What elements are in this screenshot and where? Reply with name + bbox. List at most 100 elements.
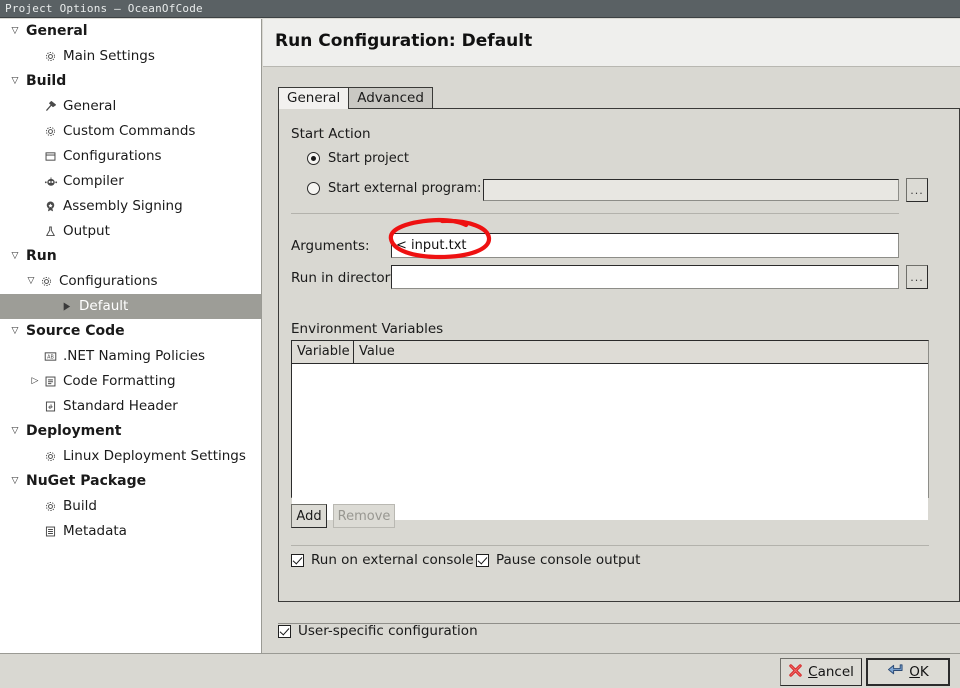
chevron-down-icon[interactable] — [8, 244, 22, 269]
add-environment-variable-button[interactable]: Add — [291, 504, 327, 528]
sidebar-item-source-code[interactable]: Source Code — [0, 319, 261, 344]
hammer-icon — [42, 100, 59, 113]
sidebar-item-label: General — [26, 23, 88, 39]
sidebar-item-run[interactable]: Run — [0, 244, 261, 269]
options-tree-sidebar[interactable]: General Main Settings Build General Custom C… — [0, 19, 262, 653]
sidebar-item-net-naming-policies[interactable]: AB .NET Naming Policies — [0, 344, 261, 369]
gear-icon — [38, 275, 55, 288]
environment-variables-table[interactable]: Variable Value — [291, 340, 929, 520]
sidebar-item-label: Source Code — [26, 323, 125, 339]
tab-strip: General Advanced — [278, 87, 960, 109]
sidebar-item-general[interactable]: General — [0, 94, 261, 119]
column-header-variable: Variable — [292, 341, 354, 363]
sidebar-item-label: Default — [79, 298, 129, 314]
sidebar-item-metadata[interactable]: Metadata — [0, 519, 261, 544]
divider-start-action — [291, 213, 899, 214]
sidebar-item-label: Configurations — [59, 273, 158, 289]
tab-panel-general: Start Action Start project Start externa… — [278, 108, 960, 602]
sidebar-item-label: .NET Naming Policies — [63, 348, 206, 364]
abc-icon: AB — [42, 350, 59, 363]
cancel-x-icon — [788, 663, 803, 682]
sidebar-item-assembly-signing[interactable]: Assembly Signing — [0, 194, 261, 219]
checkbox-indicator-pause-output — [476, 553, 489, 567]
radio-start-external-program[interactable]: Start external program: — [307, 181, 481, 196]
column-header-value: Value — [354, 341, 928, 363]
gear-icon — [42, 50, 59, 63]
sidebar-item-label: Build — [63, 498, 97, 514]
arguments-input[interactable]: < input.txt — [391, 233, 899, 258]
radio-indicator-start-external — [307, 182, 320, 195]
dialog-button-bar: Cancel OK — [0, 653, 960, 688]
sidebar-item-label: Deployment — [26, 423, 122, 439]
radio-label-start-project: Start project — [328, 151, 410, 166]
tab-general[interactable]: General — [278, 87, 350, 109]
divider-console-options — [291, 545, 929, 546]
environment-table-header: Variable Value — [292, 341, 928, 364]
chevron-right-icon[interactable] — [28, 369, 42, 394]
sidebar-item-deployment[interactable]: Deployment — [0, 419, 261, 444]
sidebar-item-compiler[interactable]: Compiler — [0, 169, 261, 194]
run-directory-browse-button[interactable]: ... — [906, 265, 928, 289]
chevron-down-icon[interactable] — [8, 69, 22, 94]
sidebar-item-build[interactable]: Build — [0, 494, 261, 519]
sidebar-item-output[interactable]: Output — [0, 219, 261, 244]
remove-environment-variable-button: Remove — [333, 504, 395, 528]
radio-indicator-start-project — [307, 152, 320, 165]
checkbox-label-external-console: Run on external console — [311, 552, 474, 568]
sidebar-item-label: Metadata — [63, 523, 127, 539]
chevron-down-icon[interactable] — [8, 319, 22, 344]
chevron-down-icon[interactable] — [8, 419, 22, 444]
external-program-browse-button[interactable]: ... — [906, 178, 928, 202]
sidebar-item-configurations[interactable]: Configurations — [0, 144, 261, 169]
chevron-down-icon[interactable] — [8, 19, 22, 44]
environment-variables-legend: Environment Variables — [291, 321, 444, 337]
sidebar-item-label: Standard Header — [63, 398, 178, 414]
tab-advanced[interactable]: Advanced — [348, 87, 433, 109]
project-options-dialog: Project Options – OceanOfCode General Mai… — [0, 0, 960, 688]
settings-pane: Run Configuration: Default General Advanc… — [263, 19, 960, 653]
sidebar-item-default[interactable]: Default — [0, 294, 261, 319]
cancel-rest: ancel — [817, 664, 854, 680]
cancel-button[interactable]: Cancel — [780, 658, 862, 686]
sidebar-item-code-formatting[interactable]: Code Formatting — [0, 369, 261, 394]
sidebar-item-standard-header[interactable]: # Standard Header — [0, 394, 261, 419]
sidebar-item-label: Output — [63, 223, 110, 239]
checkbox-user-specific-configuration[interactable]: User-specific configuration — [278, 623, 478, 639]
svg-text:#: # — [48, 403, 53, 411]
checkbox-pause-console-output[interactable]: Pause console output — [476, 552, 640, 568]
sidebar-item-label: Custom Commands — [63, 123, 196, 139]
start-action-legend: Start Action — [291, 126, 371, 142]
sidebar-item-main-settings[interactable]: Main Settings — [0, 44, 261, 69]
chevron-down-icon[interactable] — [8, 469, 22, 494]
sidebar-item-label: Compiler — [63, 173, 124, 189]
checkbox-indicator-user-specific — [278, 624, 291, 638]
sidebar-item-general[interactable]: General — [0, 19, 261, 44]
sidebar-item-label: NuGet Package — [26, 473, 147, 489]
run-directory-label: Run in directory: — [291, 270, 402, 286]
sidebar-item-label: General — [63, 98, 117, 114]
ok-rest: K — [919, 664, 929, 680]
sidebar-item-label: Main Settings — [63, 48, 155, 64]
checkbox-indicator-external-console — [291, 553, 304, 567]
list-icon — [42, 375, 59, 388]
window-icon — [42, 150, 59, 163]
sidebar-item-label: Configurations — [63, 148, 162, 164]
gear-icon — [42, 500, 59, 513]
run-directory-input[interactable] — [391, 265, 899, 289]
chevron-down-icon[interactable] — [24, 269, 38, 294]
sidebar-item-custom-commands[interactable]: Custom Commands — [0, 119, 261, 144]
cancel-button-label: Cancel — [808, 664, 854, 680]
checkbox-run-on-external-console[interactable]: Run on external console — [291, 552, 474, 568]
sidebar-item-build[interactable]: Build — [0, 69, 261, 94]
document-icon — [42, 525, 59, 538]
external-program-input[interactable] — [483, 179, 899, 201]
radio-start-project[interactable]: Start project — [307, 151, 409, 166]
pane-header: Run Configuration: Default — [263, 19, 960, 67]
robot-icon — [42, 175, 59, 188]
sidebar-item-configurations[interactable]: Configurations — [0, 269, 261, 294]
ok-button[interactable]: OK — [866, 658, 950, 686]
window-title: Project Options – OceanOfCode — [5, 2, 203, 15]
sidebar-item-linux-deployment-settings[interactable]: Linux Deployment Settings — [0, 444, 261, 469]
sidebar-item-label: Assembly Signing — [63, 198, 183, 214]
sidebar-item-nuget-package[interactable]: NuGet Package — [0, 469, 261, 494]
